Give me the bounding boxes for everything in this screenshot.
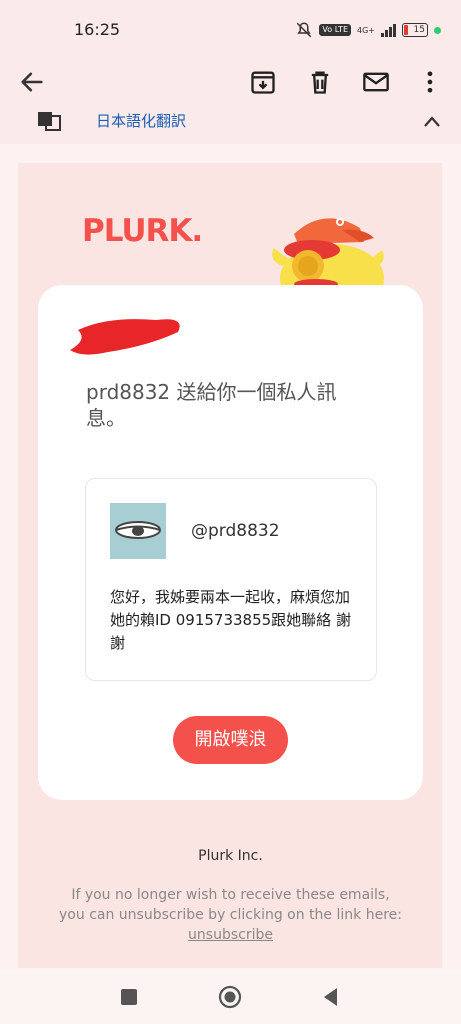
unsubscribe-link[interactable]: unsubscribe xyxy=(188,927,273,943)
status-time: 16:25 xyxy=(74,20,121,39)
battery-icon: 15 xyxy=(402,23,428,37)
unsubscribe-notice: If you no longer wish to receive these e… xyxy=(59,887,402,923)
avatar xyxy=(110,503,166,559)
mail-icon[interactable] xyxy=(362,68,390,96)
trash-icon[interactable] xyxy=(306,68,334,96)
avatar-eye-icon xyxy=(115,521,161,539)
chevron-up-icon[interactable] xyxy=(423,114,441,128)
more-vert-icon[interactable] xyxy=(416,68,444,96)
signal-icon xyxy=(381,23,396,37)
archive-icon[interactable] xyxy=(249,68,277,96)
message-intro: prd8832 送給你一個私人訊息。 xyxy=(86,380,337,430)
redacted-recipient-name xyxy=(70,319,180,355)
recents-icon[interactable] xyxy=(117,985,141,1009)
translation-bar: 日本語化翻訳 xyxy=(0,106,461,144)
message-text: 您好，我姊要兩本一起收，麻煩您加她的賴ID 0915733855跟她聯絡 謝謝 xyxy=(110,588,351,652)
back-icon[interactable] xyxy=(319,985,343,1009)
sender-handle[interactable]: @prd8832 xyxy=(191,521,280,541)
translation-label[interactable]: 日本語化翻訳 xyxy=(96,110,186,131)
status-icons: Vo LTE 4G+ 15 xyxy=(295,20,441,40)
privacy-indicator-icon xyxy=(434,26,441,34)
battery-level: 15 xyxy=(413,25,425,35)
mute-icon xyxy=(297,22,312,38)
translate-icon xyxy=(38,112,61,131)
plurk-logo: PLURK. xyxy=(82,213,203,249)
volte-icon: Vo LTE xyxy=(319,24,351,36)
home-icon[interactable] xyxy=(218,985,242,1009)
footer-unsubscribe-text: If you no longer wish to receive these e… xyxy=(58,885,403,945)
open-plurk-button[interactable]: 開啟噗浪 xyxy=(173,716,288,764)
system-nav-bar xyxy=(0,970,461,1024)
network-type: 4G+ xyxy=(357,25,375,35)
arrow-left-icon[interactable] xyxy=(18,68,46,96)
status-bar: 16:25 Vo LTE 4G+ 15 xyxy=(0,0,461,58)
footer-company: Plurk Inc. xyxy=(198,848,263,864)
email-toolbar xyxy=(0,58,461,106)
